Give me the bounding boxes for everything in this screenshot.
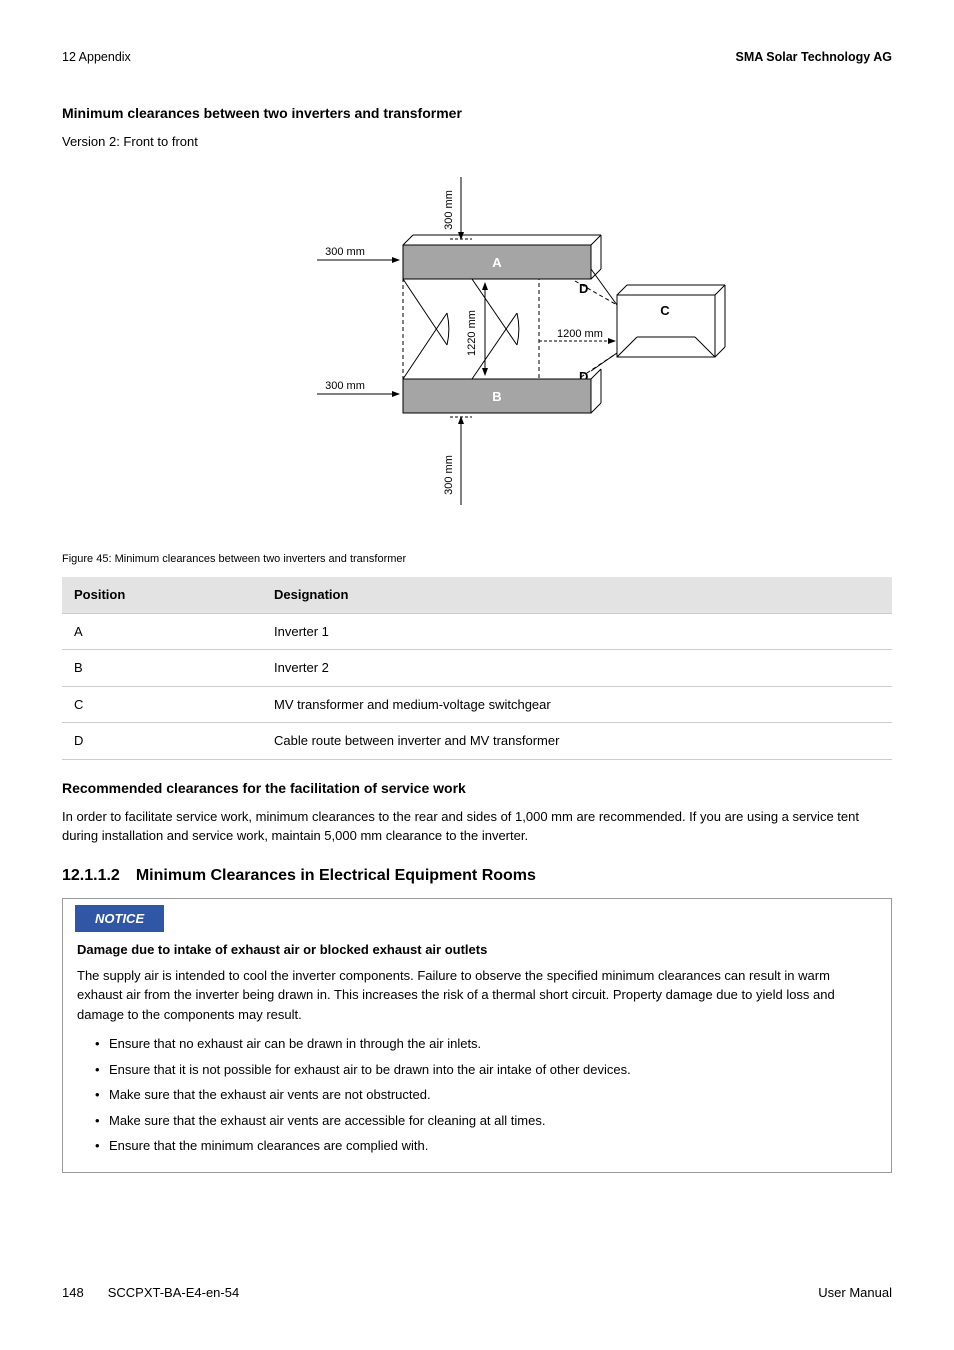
svg-text:300 mm: 300 mm: [325, 380, 365, 392]
page-header: 12 Appendix SMA Solar Technology AG: [62, 48, 892, 67]
heading-recommended-clearances: Recommended clearances for the facilitat…: [62, 778, 892, 799]
recommended-clearances-text: In order to facilitate service work, min…: [62, 807, 892, 846]
table-row: C MV transformer and medium-voltage swit…: [62, 686, 892, 723]
table-row: B Inverter 2: [62, 650, 892, 687]
notice-heading: Damage due to intake of exhaust air or b…: [77, 940, 877, 960]
table-header-designation: Designation: [262, 577, 892, 613]
list-item: Ensure that it is not possible for exhau…: [95, 1060, 877, 1080]
clearances-diagram-svg: 300 mm A 300 mm 1220 mm D D: [217, 165, 737, 535]
svg-text:D: D: [579, 281, 588, 296]
header-left: 12 Appendix: [62, 48, 131, 67]
figure-clearances: 300 mm A 300 mm 1220 mm D D: [62, 165, 892, 541]
svg-text:1200 mm: 1200 mm: [557, 328, 603, 340]
table-row: A Inverter 1: [62, 613, 892, 650]
header-right: SMA Solar Technology AG: [736, 48, 893, 67]
table-header-position: Position: [62, 577, 262, 613]
footer-right: User Manual: [818, 1283, 892, 1303]
heading-min-clearances: Minimum clearances between two inverters…: [62, 103, 892, 124]
svg-text:C: C: [660, 303, 670, 318]
list-item: Make sure that the exhaust air vents are…: [95, 1085, 877, 1105]
page-footer: 148 SCCPXT-BA-E4-en-54 User Manual: [62, 1283, 892, 1303]
section-heading: 12.1.1.2 Minimum Clearances in Electrica…: [62, 864, 892, 888]
footer-page-number: 148: [62, 1283, 84, 1303]
figure-caption: Figure 45: Minimum clearances between tw…: [62, 551, 892, 568]
svg-text:1220 mm: 1220 mm: [466, 310, 478, 356]
svg-text:A: A: [492, 255, 502, 270]
version-text: Version 2: Front to front: [62, 132, 892, 152]
notice-box: NOTICE Damage due to intake of exhaust a…: [62, 898, 892, 1173]
list-item: Ensure that the minimum clearances are c…: [95, 1136, 877, 1156]
notice-paragraph: The supply air is intended to cool the i…: [77, 966, 877, 1025]
svg-text:300 mm: 300 mm: [443, 190, 455, 230]
position-table: Position Designation A Inverter 1 B Inve…: [62, 577, 892, 760]
svg-text:300 mm: 300 mm: [443, 455, 455, 495]
svg-text:300 mm: 300 mm: [325, 246, 365, 258]
table-row: D Cable route between inverter and MV tr…: [62, 723, 892, 760]
svg-text:B: B: [492, 389, 501, 404]
footer-doc-code: SCCPXT-BA-E4-en-54: [108, 1283, 240, 1303]
notice-label: NOTICE: [75, 905, 164, 933]
notice-list: Ensure that no exhaust air can be drawn …: [77, 1034, 877, 1156]
list-item: Make sure that the exhaust air vents are…: [95, 1111, 877, 1131]
list-item: Ensure that no exhaust air can be drawn …: [95, 1034, 877, 1054]
